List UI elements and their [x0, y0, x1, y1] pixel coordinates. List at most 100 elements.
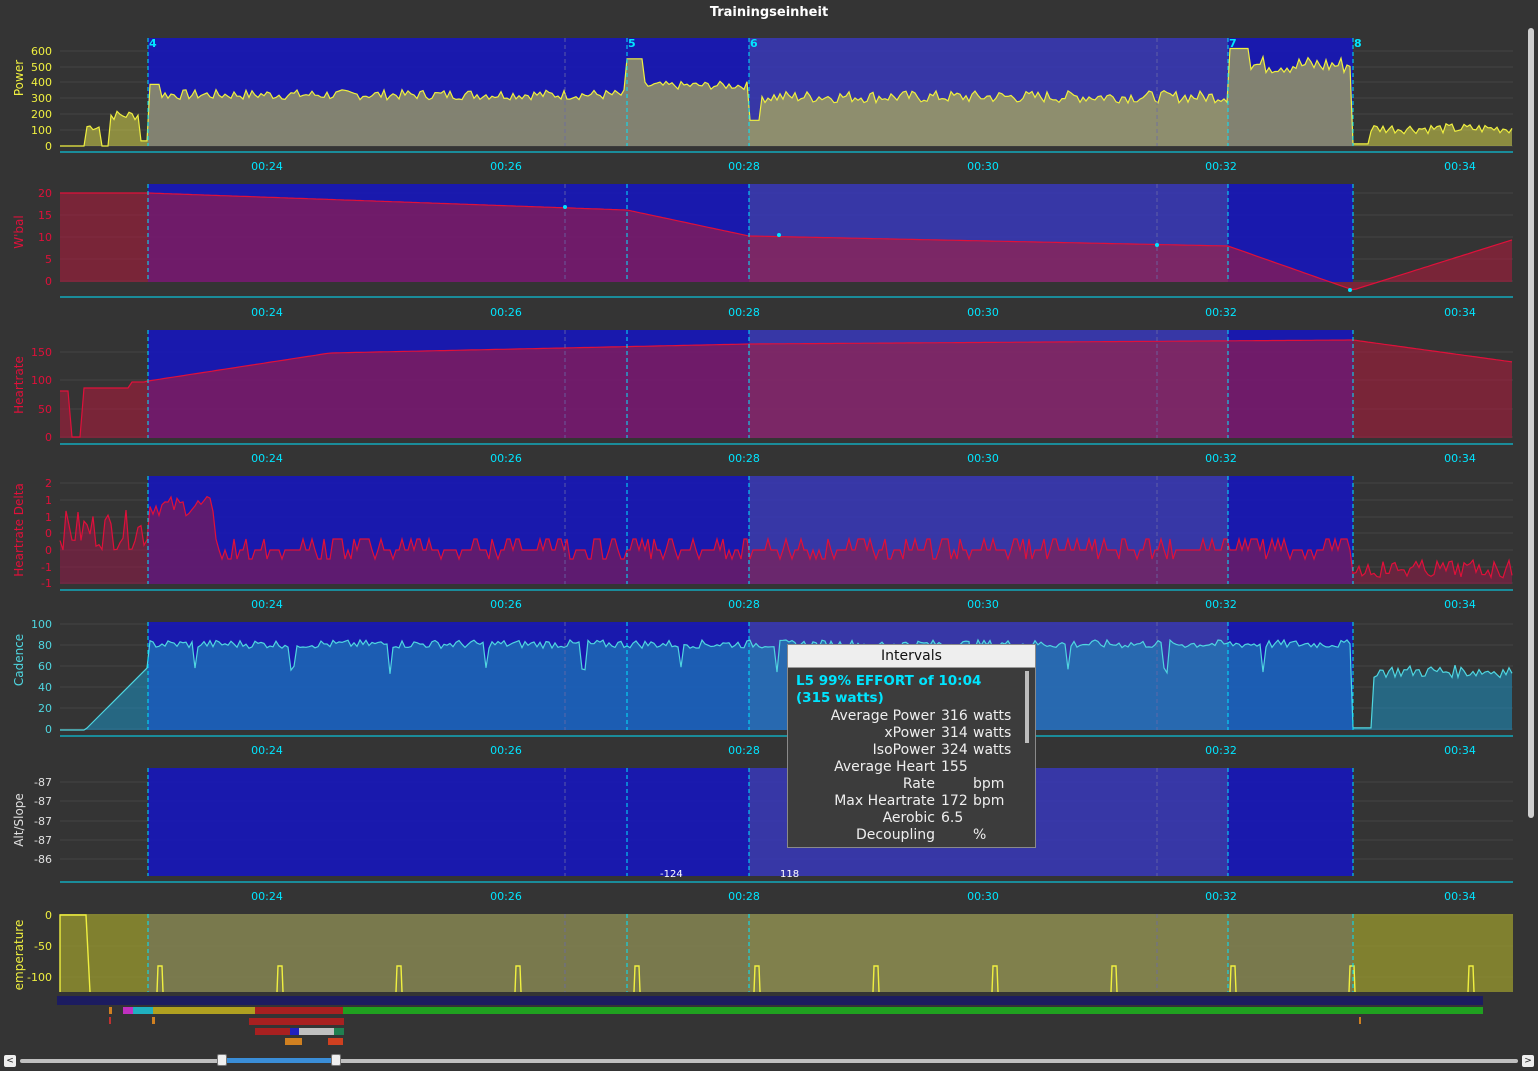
- time-tick-label: 00:34: [1444, 890, 1476, 903]
- metric-unit: watts: [973, 725, 1012, 741]
- y-tick-label: 1: [45, 494, 52, 507]
- time-tick-label: 00:28: [728, 598, 760, 611]
- y-tick-label: 100: [31, 618, 52, 631]
- time-tick-label: 00:32: [1205, 160, 1237, 173]
- time-tick-label: 00:34: [1444, 452, 1476, 465]
- interval-marker-label: 6: [750, 37, 758, 50]
- y-tick-label: 0: [45, 909, 52, 922]
- interval-marker-label: 8: [1354, 37, 1362, 50]
- y-tick-label: 200: [31, 108, 52, 121]
- metric-label: Max Heartrate: [834, 793, 935, 809]
- zone-segment: [133, 1007, 153, 1014]
- time-tick-label: 00:34: [1444, 306, 1476, 319]
- tooltip-row: Decoupling%: [788, 827, 1035, 844]
- power-panel: 00:24 00:26 00:28 00:30 00:32 00:34 600 500 400 3…: [12, 38, 1513, 173]
- horizontal-scrollbar[interactable]: < >: [0, 1050, 1538, 1071]
- metric-unit: watts: [973, 742, 1012, 758]
- zone-segment: [343, 1007, 1483, 1014]
- zone-tick: [109, 1017, 111, 1024]
- y-tick-label: 0: [45, 544, 52, 557]
- vertical-scrollbar[interactable]: [1528, 28, 1534, 818]
- y-tick-label: 500: [31, 61, 52, 74]
- y-axis-label: Heartrate: [12, 356, 26, 414]
- interval-marker-label: 5: [628, 37, 636, 50]
- y-tick-label: 80: [38, 639, 52, 652]
- metric-label: Rate: [902, 776, 935, 792]
- time-tick-label: 00:26: [490, 744, 522, 757]
- y-tick-label: 100: [31, 124, 52, 137]
- y-tick-label: -50: [34, 940, 52, 953]
- metric-value: 172: [941, 793, 968, 809]
- scroll-left-icon[interactable]: <: [4, 1055, 16, 1067]
- y-tick-label: -1: [41, 577, 52, 590]
- time-tick-label: 00:26: [490, 306, 522, 319]
- time-tick-label: 00:32: [1205, 306, 1237, 319]
- time-tick-label: 00:34: [1444, 744, 1476, 757]
- y-tick-label: 0: [45, 275, 52, 288]
- interval-marker-label: 7: [1229, 37, 1237, 50]
- interval-band: [1228, 768, 1353, 876]
- y-tick-label: 20: [38, 187, 52, 200]
- tooltip-row: IsoPower 324 watts: [788, 742, 1035, 759]
- wbal-dot: [1348, 288, 1352, 292]
- time-tick-label: 00:24: [251, 744, 283, 757]
- time-tick-label: 00:24: [251, 160, 283, 173]
- scroll-handle-left[interactable]: [217, 1054, 227, 1066]
- zone-segment: [123, 1007, 133, 1014]
- zone-segment: [249, 1018, 344, 1025]
- tooltip-row: xPower 314 watts: [788, 725, 1035, 742]
- zone-segment: [255, 1028, 290, 1035]
- wbal-dot: [1155, 243, 1159, 247]
- scroll-handle-right[interactable]: [331, 1054, 341, 1066]
- y-tick-label: -86: [34, 853, 52, 866]
- y-tick-label: 400: [31, 76, 52, 89]
- time-tick-label: 00:28: [728, 306, 760, 319]
- zone-segment: [153, 1007, 255, 1014]
- zone-segment: [255, 1007, 343, 1014]
- time-tick-label: 00:26: [490, 598, 522, 611]
- y-tick-label: 40: [38, 681, 52, 694]
- interval-band: [148, 768, 627, 876]
- tooltip-row: Average Heart 155: [788, 759, 1035, 776]
- wbal-dot: [777, 233, 781, 237]
- metric-value: 6.5: [941, 810, 964, 826]
- time-tick-label: 00:28: [728, 744, 760, 757]
- time-tick-label: 00:28: [728, 452, 760, 465]
- slope-annotation: 118: [780, 869, 799, 880]
- overview-bar: [57, 996, 1483, 1005]
- time-tick-label: 00:30: [967, 160, 999, 173]
- zone-segment: [109, 1007, 112, 1014]
- metric-unit: watts: [973, 708, 1012, 724]
- overview-strip: [57, 996, 1483, 1045]
- y-tick-label: 5: [45, 253, 52, 266]
- metric-label: xPower: [884, 725, 935, 741]
- tooltip-scrollbar[interactable]: [1025, 671, 1029, 743]
- time-tick-label: 00:26: [490, 890, 522, 903]
- scroll-right-icon[interactable]: >: [1522, 1055, 1534, 1067]
- scroll-range[interactable]: [222, 1058, 336, 1063]
- tooltip-header: Intervals: [788, 645, 1035, 668]
- altslope-panel: 00:24 00:26 00:28 00:30 00:32 00:34 -87 -87 -87 -…: [12, 768, 1513, 903]
- y-tick-label: 20: [38, 702, 52, 715]
- interval-band: [627, 768, 749, 876]
- metric-value: 314: [941, 725, 968, 741]
- ride-plots[interactable]: 00:24 00:26 00:28 00:30 00:32 00:346005004003…: [0, 0, 1538, 1050]
- time-tick-label: 00:24: [251, 598, 283, 611]
- metric-unit: bpm: [973, 776, 1005, 792]
- time-tick-label: 00:30: [967, 452, 999, 465]
- zone-segment: [334, 1028, 344, 1035]
- metric-label: IsoPower: [872, 742, 935, 758]
- metric-label: Average Heart: [834, 759, 935, 775]
- metric-label: Decoupling: [856, 827, 935, 843]
- metric-label: Average Power: [830, 708, 935, 724]
- heartrate-panel: 00:24 00:26 00:28 00:30 00:32 00:34 150 100 50 0 H…: [12, 330, 1513, 465]
- time-tick-label: 00:28: [728, 890, 760, 903]
- y-tick-label: 0: [45, 140, 52, 153]
- metric-value: [935, 776, 973, 793]
- zone-tick: [152, 1017, 155, 1024]
- metric-unit: [973, 810, 1023, 827]
- slope-annotation: -124: [660, 869, 683, 880]
- zone-segment: [290, 1028, 299, 1035]
- y-tick-label: 60: [38, 660, 52, 673]
- time-tick-label: 00:24: [251, 890, 283, 903]
